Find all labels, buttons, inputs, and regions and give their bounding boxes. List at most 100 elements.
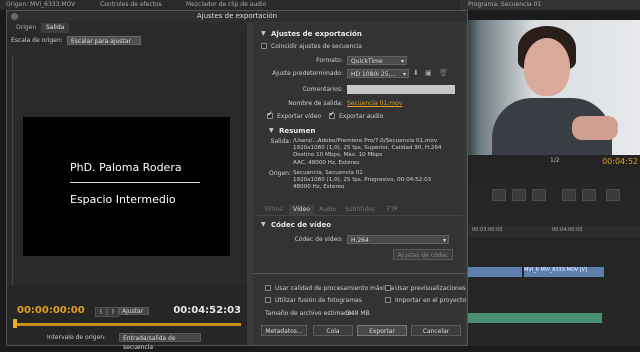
playhead-handle[interactable] bbox=[13, 319, 17, 328]
section-divider bbox=[253, 273, 465, 274]
program-video-frame bbox=[462, 20, 640, 155]
export-preview: PhD. Paloma Rodera Espacio Intermedio bbox=[23, 117, 230, 256]
mark-in-button[interactable]: { bbox=[95, 307, 107, 317]
metadata-button[interactable]: Metadatos... bbox=[261, 325, 307, 336]
tab-audio[interactable]: Audio bbox=[315, 205, 340, 215]
step-back-button[interactable] bbox=[492, 189, 506, 201]
current-timecode[interactable]: 00:00:00:00 bbox=[17, 305, 85, 316]
save-preset-icon[interactable]: ⬇ bbox=[413, 69, 419, 77]
export-settings-heading: Ajustes de exportación bbox=[271, 30, 362, 38]
source-scale-label: Escala de origen: bbox=[11, 37, 63, 44]
output-name-link[interactable]: Secuencia 01.mov bbox=[347, 100, 402, 107]
match-sequence-checkbox[interactable] bbox=[261, 43, 267, 49]
timeline-clip-video-a[interactable] bbox=[462, 267, 522, 277]
summary-disclosure-icon[interactable]: ▼ bbox=[269, 127, 274, 134]
export-settings-dialog: Ajustes de exportación Origen Salida Esc… bbox=[6, 10, 468, 351]
summary-heading: Resumen bbox=[279, 127, 316, 135]
export-audio-label: Exportar audio bbox=[339, 113, 384, 120]
summary-output-label: Salida: bbox=[270, 138, 291, 145]
preset-label: Ajuste predeterminado: bbox=[272, 70, 343, 77]
import-project-label: Importar en el proyecto bbox=[395, 297, 467, 304]
program-transport-controls bbox=[462, 183, 640, 205]
source-scale-row: Escala de origen: Escalar para ajustar bbox=[11, 36, 243, 46]
program-monitor-title: Programa: Secuencia 01 bbox=[468, 1, 542, 8]
clip-label: MVI_6333.MOV [V] bbox=[540, 267, 588, 273]
comments-label: Comentarios: bbox=[302, 86, 343, 93]
play-button[interactable] bbox=[512, 189, 526, 201]
source-output-tabs: Origen Salida bbox=[7, 22, 247, 33]
preview-panel: Escala de origen: Escalar para ajustar P… bbox=[7, 33, 247, 351]
timeline-clip-audio[interactable] bbox=[462, 313, 602, 323]
import-preset-icon[interactable]: ▣ bbox=[425, 69, 432, 77]
use-previews-label: Usar previsualizaciones bbox=[395, 285, 466, 292]
match-sequence-label: Coincidir ajustes de secuencia bbox=[271, 43, 362, 50]
timeline-ruler[interactable]: 00:03:00:00 00:04:00:00 bbox=[462, 225, 640, 237]
export-video-checkbox[interactable] bbox=[267, 110, 273, 119]
export-button[interactable]: Exportar bbox=[357, 325, 407, 336]
lift-button[interactable] bbox=[562, 189, 576, 201]
close-icon[interactable] bbox=[11, 13, 18, 20]
crop-tools-strip bbox=[8, 55, 13, 285]
format-select[interactable]: QuickTime bbox=[347, 56, 407, 65]
program-timecode-bar: 1/2 00:04:52 bbox=[462, 155, 640, 183]
tab-filtros[interactable]: Filtros bbox=[261, 205, 287, 215]
preview-transport: 00:00:00:00 { } Ajustar 00:04:52:03 Inte… bbox=[7, 285, 247, 351]
preview-title-name: PhD. Paloma Rodera bbox=[70, 161, 182, 174]
timeline-panel[interactable]: 00:03:00:00 00:04:00:00 MVI_6 MVI_6333.M… bbox=[462, 205, 640, 346]
source-range-bar[interactable] bbox=[15, 323, 241, 326]
source-scale-select[interactable]: Escalar para ajustar bbox=[67, 36, 141, 45]
summary-output-text: /Users/...Adobe/Premiere Pro/7.0/Secuenc… bbox=[293, 138, 442, 166]
cancel-button[interactable]: Cancelar bbox=[411, 325, 461, 336]
source-range-select[interactable]: Entrada/salida de secuencia bbox=[119, 333, 201, 351]
tab-subtitulos[interactable]: Subtítulos bbox=[341, 205, 379, 215]
timeline-timecode-1: 00:03:00:00 bbox=[472, 227, 503, 233]
step-forward-button[interactable] bbox=[532, 189, 546, 201]
mark-out-button[interactable]: } bbox=[107, 307, 119, 317]
person-face bbox=[524, 38, 570, 96]
tab-source[interactable]: Origen: MVI_6333.MOV bbox=[6, 1, 75, 8]
extract-button[interactable] bbox=[582, 189, 596, 201]
tab-effect-controls[interactable]: Controles de efectos bbox=[100, 1, 162, 8]
filesize-label: Tamaño de archivo estimado: bbox=[265, 310, 354, 317]
program-zoom-select[interactable]: 1/2 bbox=[550, 157, 560, 164]
export-frame-button[interactable] bbox=[606, 189, 620, 201]
export-video-label: Exportar vídeo bbox=[277, 113, 322, 120]
video-codec-select[interactable]: H.264 bbox=[347, 235, 449, 244]
tab-audio-clip-mixer[interactable]: Mezclador de clip de audio bbox=[186, 1, 266, 8]
preview-title-rule bbox=[70, 182, 200, 183]
person-hand bbox=[572, 116, 618, 140]
frame-blend-checkbox[interactable] bbox=[265, 297, 271, 303]
max-quality-checkbox[interactable] bbox=[265, 285, 271, 291]
import-project-checkbox[interactable] bbox=[385, 297, 391, 303]
output-name-label: Nombre de salida: bbox=[288, 100, 343, 107]
filesize-value: 348 MB bbox=[347, 310, 370, 317]
max-quality-label: Usar calidad de procesamiento máxima bbox=[275, 285, 395, 292]
video-codec-heading: Códec de vídeo bbox=[271, 221, 332, 229]
comments-field[interactable] bbox=[347, 85, 455, 94]
source-range-label: Intervalo de origen: bbox=[47, 334, 107, 341]
codec-settings-button[interactable]: Ajustes de códec bbox=[393, 249, 453, 260]
export-audio-checkbox[interactable] bbox=[329, 110, 335, 119]
settings-panel: Coincidir ajustes de secuencia ▼ Ajustes… bbox=[253, 23, 467, 345]
disclosure-triangle-icon[interactable]: ▼ bbox=[261, 30, 266, 37]
video-codec-label: Códec de vídeo: bbox=[294, 236, 343, 243]
tab-origen[interactable]: Origen bbox=[11, 23, 41, 33]
queue-button[interactable]: Cola bbox=[313, 325, 353, 336]
clip-label-short: MVI_6 bbox=[524, 267, 539, 273]
codec-disclosure-icon[interactable]: ▼ bbox=[261, 221, 266, 228]
tab-salida[interactable]: Salida bbox=[41, 23, 70, 33]
program-timecode: 00:04:52 bbox=[602, 157, 638, 166]
tab-video[interactable]: Vídeo bbox=[289, 205, 314, 215]
timeline-clip-video[interactable]: MVI_6 MVI_6333.MOV [V] bbox=[524, 267, 604, 277]
preset-select[interactable]: HD 1080i 25,... bbox=[347, 69, 409, 78]
delete-preset-icon[interactable]: 🗑 bbox=[439, 69, 448, 77]
format-label: Formato: bbox=[316, 57, 343, 64]
use-previews-checkbox[interactable] bbox=[385, 285, 391, 291]
summary-source-label: Origen: bbox=[268, 170, 291, 177]
settings-tab-bar: Filtros Vídeo Audio Subtítulos FTP bbox=[255, 205, 463, 216]
preview-title-place: Espacio Intermedio bbox=[70, 193, 176, 206]
timeline-timecode-2: 00:04:00:00 bbox=[552, 227, 583, 233]
aspect-adjust-select[interactable]: Ajustar bbox=[119, 307, 149, 315]
tab-ftp[interactable]: FTP bbox=[383, 205, 402, 215]
program-monitor-tab[interactable]: Programa: Secuencia 01 bbox=[460, 0, 640, 10]
